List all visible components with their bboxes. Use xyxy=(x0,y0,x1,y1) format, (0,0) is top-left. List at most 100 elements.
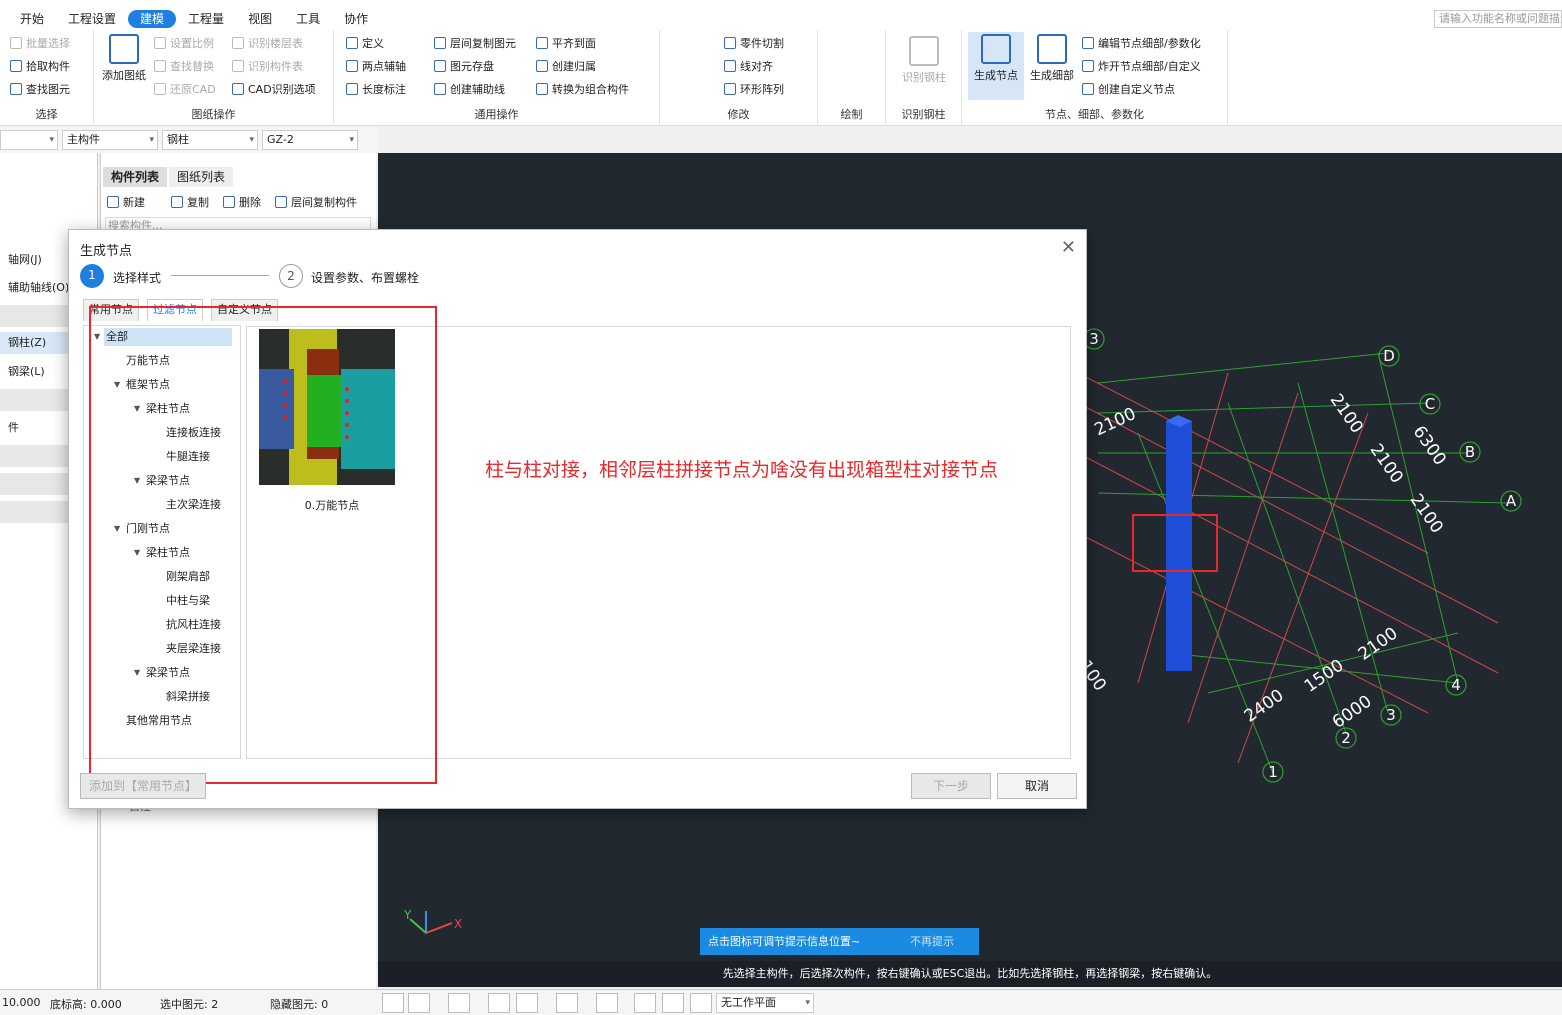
recognize-column-button[interactable]: 识别钢柱 xyxy=(892,34,956,85)
axis-label-3-top: 3 xyxy=(1089,330,1099,348)
length-dim-button[interactable]: 长度标注 xyxy=(346,80,406,98)
layout-toggle[interactable] xyxy=(662,993,684,1013)
axis-lines xyxy=(1097,352,1509,774)
menu-tools[interactable]: 工具 xyxy=(284,10,332,28)
pick-icon xyxy=(10,60,22,72)
pick-component-button[interactable]: 拾取构件 xyxy=(10,57,70,75)
group-title-drawing: 图纸操作 xyxy=(191,108,236,121)
menu-start[interactable]: 开始 xyxy=(8,10,56,28)
find-replace-button[interactable]: 查找替换 xyxy=(154,57,214,75)
add-to-common-button[interactable]: 添加到【常用节点】 xyxy=(80,773,206,799)
category-select[interactable]: 主构件 xyxy=(62,130,158,150)
coord-readout: 10.000 xyxy=(2,996,41,1009)
batch-select-button[interactable]: 批量选择 xyxy=(10,34,70,52)
component-select[interactable]: GZ-2 xyxy=(262,130,358,150)
new-component-button[interactable]: 新建 xyxy=(107,193,145,211)
floor-copy-button[interactable]: 层间复制图元 xyxy=(434,34,516,52)
tip-bar[interactable]: 点击图标可调节提示信息位置~ 不再提示 xyxy=(700,928,979,955)
svg-text:Y: Y xyxy=(403,908,412,922)
select-mode-toggle[interactable] xyxy=(408,993,430,1013)
find-element-button[interactable]: 查找图元 xyxy=(10,80,70,98)
axis-label-2: 2 xyxy=(1341,729,1351,747)
menu-quantity[interactable]: 工程量 xyxy=(176,10,236,28)
recognize-component-label: 识别构件表 xyxy=(248,60,303,73)
custom-node-icon xyxy=(1082,83,1094,95)
step-1-label: 选择样式 xyxy=(113,271,162,285)
find-element-label: 查找图元 xyxy=(26,83,70,96)
restore-cad-label: 还原CAD xyxy=(170,83,216,96)
function-search-input[interactable]: 请输入功能名称或问题描述 xyxy=(1434,10,1562,28)
set-scale-label: 设置比例 xyxy=(170,37,214,50)
cad-options-button[interactable]: CAD识别选项 xyxy=(232,80,316,98)
add-drawing-button[interactable]: 添加图纸 xyxy=(98,32,150,83)
create-attribution-button[interactable]: 创建归属 xyxy=(536,57,596,75)
frame-toggle[interactable] xyxy=(634,993,656,1013)
generate-node-button[interactable]: 生成节点 xyxy=(968,32,1024,100)
status-message: 先选择主构件，后选择次构件，按右键确认或ESC退出。比如先选择钢柱，再选择钢梁，… xyxy=(378,961,1562,987)
selected-count: 选中图元: 2 xyxy=(160,998,219,1011)
next-button[interactable]: 下一步 xyxy=(911,773,991,799)
recognize-floor-table-button[interactable]: 识别楼层表 xyxy=(232,34,303,52)
ribbon-group-modify: 零件切割 线对齐 环形阵列 修改 xyxy=(660,30,818,126)
custom-node-label: 创建自定义节点 xyxy=(1098,83,1175,96)
edit-node-button[interactable]: 编辑节点细部/参数化 xyxy=(1082,34,1201,52)
restore-icon xyxy=(154,83,166,95)
dimension-toggle[interactable] xyxy=(596,993,618,1013)
flush-face-button[interactable]: 平齐到面 xyxy=(536,34,596,52)
part-cut-button[interactable]: 零件切割 xyxy=(724,34,784,52)
dismiss-tip-link[interactable]: 不再提示 xyxy=(910,928,954,955)
view-cube-button[interactable] xyxy=(448,993,470,1013)
line-align-button[interactable]: 线对齐 xyxy=(724,57,773,75)
restore-cad-button[interactable]: 还原CAD xyxy=(154,80,216,98)
angle-toggle[interactable] xyxy=(556,993,578,1013)
tab-component-list[interactable]: 构件列表 xyxy=(103,167,168,187)
grid-lines xyxy=(1077,372,1499,764)
find-replace-label: 查找替换 xyxy=(170,60,214,73)
dim-label: 2100 xyxy=(1326,390,1367,437)
dimension-labels: 2100 2100 6300 2100 2100 2400 1500 2100 … xyxy=(1075,390,1450,732)
type-select[interactable]: 钢柱 xyxy=(162,130,258,150)
curve-toggle[interactable] xyxy=(690,993,712,1013)
floor-select[interactable] xyxy=(0,130,58,150)
close-icon[interactable]: ✕ xyxy=(1061,237,1076,258)
floor-copy-label: 层间复制图元 xyxy=(450,37,516,50)
delete-component-button[interactable]: 删除 xyxy=(223,193,261,211)
recognize-column-icon xyxy=(909,36,939,66)
explode-node-button[interactable]: 炸开节点细部/自定义 xyxy=(1082,57,1201,75)
ribbon-group-draw: 绘制 xyxy=(818,30,886,126)
cad-options-label: CAD识别选项 xyxy=(248,83,316,96)
convert-combo-button[interactable]: 转换为组合构件 xyxy=(536,80,629,98)
define-button[interactable]: 定义 xyxy=(346,34,384,52)
generate-detail-button[interactable]: 生成细部 xyxy=(1024,32,1080,83)
menu-modeling[interactable]: 建模 xyxy=(128,10,177,28)
create-aux-line-button[interactable]: 创建辅助线 xyxy=(434,80,505,98)
group-title-recognize: 识别钢柱 xyxy=(901,108,946,121)
pick-component-label: 拾取构件 xyxy=(26,60,70,73)
align-icon xyxy=(724,60,736,72)
ortho-toggle[interactable] xyxy=(382,993,404,1013)
recognize-component-table-button[interactable]: 识别构件表 xyxy=(232,57,303,75)
set-scale-button[interactable]: 设置比例 xyxy=(154,34,214,52)
floor-copy-component-button[interactable]: 层间复制构件 xyxy=(275,193,357,211)
custom-node-button[interactable]: 创建自定义节点 xyxy=(1082,80,1175,98)
copy-component-button[interactable]: 复制 xyxy=(171,193,209,211)
steel-column-shape[interactable] xyxy=(1166,421,1192,671)
menu-project-settings[interactable]: 工程设置 xyxy=(56,10,128,28)
ring-array-button[interactable]: 环形阵列 xyxy=(724,80,784,98)
add-drawing-label: 添加图纸 xyxy=(102,69,146,82)
menu-view[interactable]: 视图 xyxy=(236,10,284,28)
part-cut-label: 零件切割 xyxy=(740,37,784,50)
rotate-toggle[interactable] xyxy=(516,993,538,1013)
bottom-status-bar: 10.000 底标高: 0.000 选中图元: 2 隐藏图元: 0 无工作平面 xyxy=(0,989,1562,1015)
work-plane-select[interactable]: 无工作平面 xyxy=(716,993,814,1013)
element-save-button[interactable]: 图元存盘 xyxy=(434,57,494,75)
cancel-button[interactable]: 取消 xyxy=(997,773,1077,799)
tab-drawing-list[interactable]: 图纸列表 xyxy=(169,167,234,187)
snap-toggle[interactable] xyxy=(488,993,510,1013)
flush-face-label: 平齐到面 xyxy=(552,37,596,50)
two-point-axis-button[interactable]: 两点辅轴 xyxy=(346,57,406,75)
create-aux-line-label: 创建辅助线 xyxy=(450,83,505,96)
menu-collaboration[interactable]: 协作 xyxy=(332,10,380,28)
tip-text: 点击图标可调节提示信息位置~ xyxy=(708,935,861,948)
generate-node-dialog: 生成节点 ✕ 1 选择样式 2 设置参数、布置螺栓 常用节点 过滤节点 自定义节… xyxy=(68,229,1087,809)
